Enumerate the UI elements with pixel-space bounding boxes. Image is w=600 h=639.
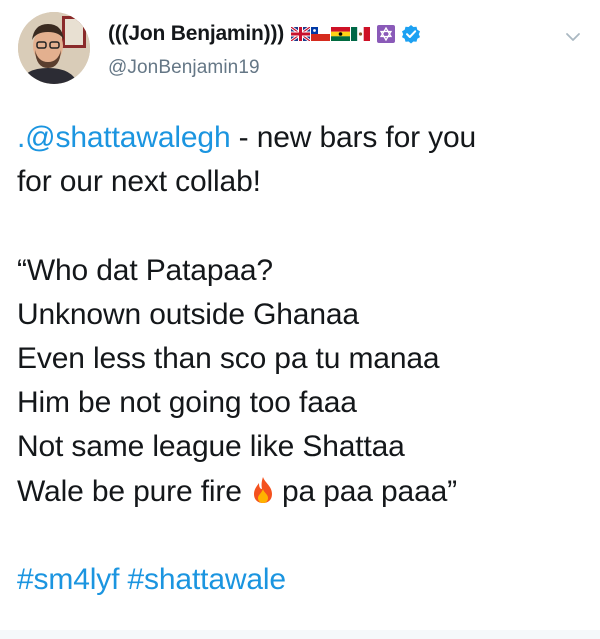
verse-line: Even less than sco pa tu manaa <box>17 341 440 375</box>
tweet-line-text: - new bars for you <box>230 121 477 154</box>
chevron-down-icon[interactable] <box>564 30 582 42</box>
tweet-text: .@shattawalegh - new bars for you for ou… <box>17 116 592 602</box>
tweet-card: (((Jon Benjamin))) @JonBenjamin19 .@shat… <box>0 0 600 639</box>
hashtag-links[interactable]: #sm4lyf #shattawale <box>17 558 592 602</box>
star-of-david-icon <box>377 25 396 43</box>
bottom-divider <box>0 630 600 639</box>
fire-icon <box>252 473 274 503</box>
tweet-author: (((Jon Benjamin))) @JonBenjamin19 <box>108 20 421 79</box>
avatar[interactable] <box>18 12 90 84</box>
flag-emojis <box>290 25 371 43</box>
verse-line: “Who dat Patapaa? <box>17 253 273 287</box>
verse-line: Not same league like Shattaa <box>17 430 405 464</box>
verse-line: Wale be pure fire pa paa paaa” <box>17 470 592 514</box>
verse-line-text: pa paa paaa” <box>281 474 457 508</box>
chile-flag-icon <box>311 27 331 41</box>
verse-line: Unknown outside Ghanaa <box>17 297 359 331</box>
verified-badge-icon <box>401 24 421 44</box>
author-name-row: (((Jon Benjamin))) <box>108 20 421 48</box>
tweet-line: .@shattawalegh - new bars for you <box>17 116 592 160</box>
display-name[interactable]: (((Jon Benjamin))) <box>108 22 284 46</box>
mexico-flag-icon <box>351 27 371 41</box>
ghana-flag-icon <box>331 27 351 41</box>
tweet-line: for our next collab! <box>17 165 261 199</box>
author-handle[interactable]: @JonBenjamin19 <box>108 57 421 79</box>
uk-flag-icon <box>290 25 311 43</box>
verse-line: Him be not going too faaa <box>17 386 357 420</box>
verse-line-text: Wale be pure fire <box>17 474 250 508</box>
mention-link[interactable]: .@shattawalegh <box>17 121 231 154</box>
